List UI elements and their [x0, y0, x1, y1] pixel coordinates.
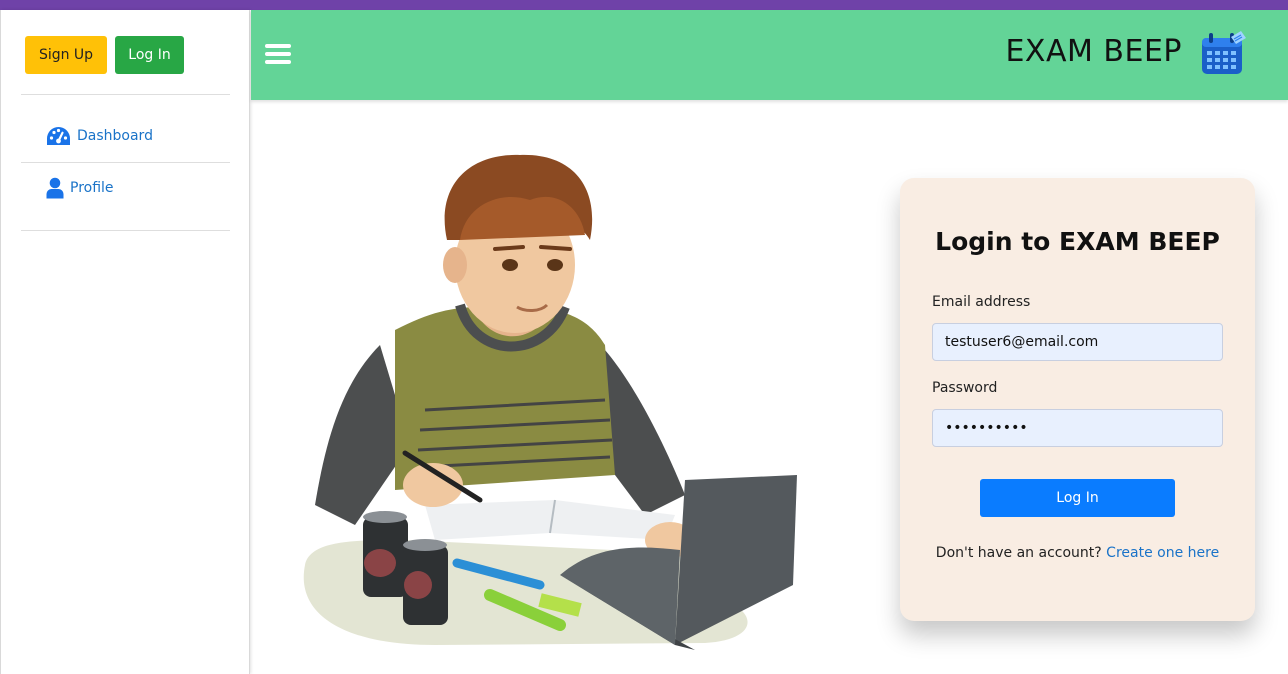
sidebar-item-label: Dashboard	[77, 128, 153, 144]
login-submit-button[interactable]: Log In	[980, 479, 1175, 517]
sidebar-login-button[interactable]: Log In	[115, 36, 184, 74]
user-icon	[46, 177, 64, 199]
password-label: Password	[932, 380, 998, 396]
top-header: EXAM BEEP	[251, 10, 1288, 100]
signup-button[interactable]: Sign Up	[25, 36, 107, 74]
student-studying-illustration	[285, 145, 805, 655]
create-account-link[interactable]: Create one here	[1106, 545, 1219, 561]
sidebar: Sign Up Log In Dashboard Profile	[0, 10, 250, 674]
sidebar-item-label: Profile	[70, 180, 114, 196]
sidebar-item-profile[interactable]: Profile	[46, 177, 114, 199]
sidebar-divider	[21, 162, 230, 163]
sidebar-item-dashboard[interactable]: Dashboard	[46, 126, 153, 146]
email-label: Email address	[932, 294, 1031, 310]
dashboard-gauge-icon	[46, 126, 71, 146]
sidebar-divider	[21, 230, 230, 231]
brand-title: EXAM BEEP	[1005, 34, 1182, 69]
signup-prompt: Don't have an account? Create one here	[900, 545, 1255, 561]
auth-buttons: Sign Up Log In	[25, 36, 184, 74]
sidebar-divider	[21, 94, 230, 95]
calendar-icon	[1201, 30, 1247, 81]
hamburger-menu-icon[interactable]	[265, 44, 293, 68]
login-card: Login to EXAM BEEP Email address Passwor…	[900, 178, 1255, 621]
top-accent-strip	[0, 0, 1288, 10]
login-title: Login to EXAM BEEP	[935, 227, 1220, 256]
email-field[interactable]	[932, 323, 1223, 361]
no-account-text: Don't have an account?	[935, 545, 1102, 561]
password-field[interactable]	[932, 409, 1223, 447]
